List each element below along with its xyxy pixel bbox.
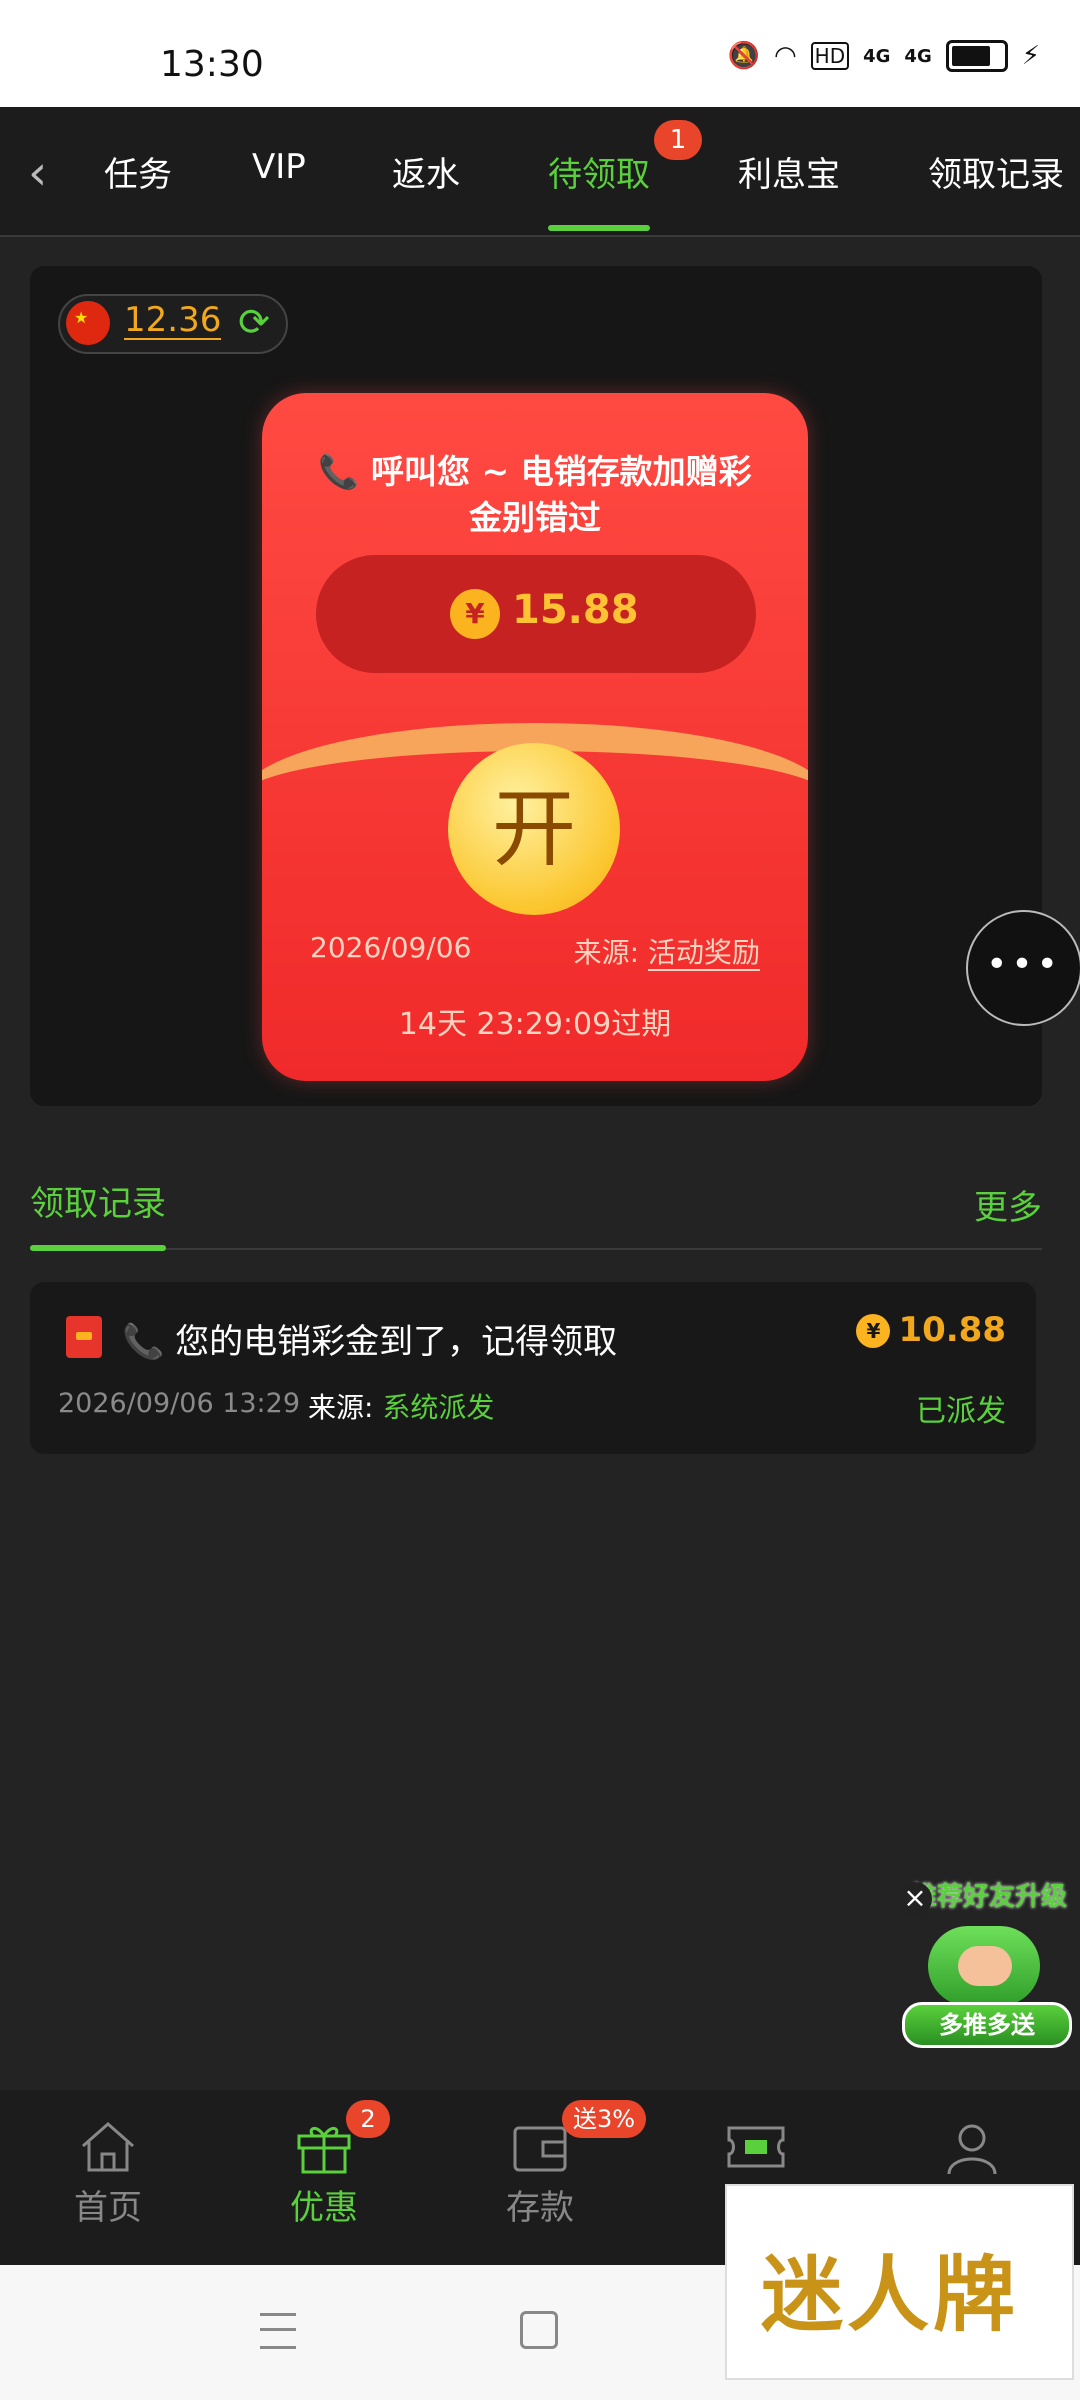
hd-icon: HD — [810, 42, 850, 70]
tab-claim-records[interactable]: 领取记录 — [928, 147, 1064, 196]
tab-vip[interactable]: VIP — [252, 147, 306, 187]
signal-4g-icon: 4G — [904, 45, 932, 67]
nav-ticket[interactable] — [686, 2118, 826, 2180]
balance-value[interactable]: 12.36 — [124, 302, 222, 340]
wifi-icon: ◠ — [773, 41, 797, 71]
records-more-link[interactable]: 更多 — [974, 1180, 1042, 1229]
mute-icon: 🔕 — [727, 41, 760, 71]
record-status: 已派发 — [916, 1394, 1006, 1429]
balance-chip: ★ 12.36 ⟳ — [58, 294, 288, 354]
deposit-badge: 送3% — [562, 2100, 646, 2138]
signal-4g-icon: 4G — [863, 45, 891, 67]
promo-button[interactable]: 多推多送 — [902, 2002, 1072, 2048]
watermark-text: 迷人牌 — [761, 2247, 1020, 2343]
watermark-logo: 迷人牌 — [725, 2184, 1074, 2380]
red-packet-amount: 15.88 — [512, 587, 639, 633]
red-packet-title: 📞 呼叫您 ~ 电销存款加赠彩金别错过 — [318, 452, 752, 537]
record-source-value: 系统派发 — [382, 1391, 495, 1424]
handshake-icon — [928, 1926, 1040, 2006]
ticket-icon — [725, 2118, 787, 2176]
record-source: 来源: 系统派发 — [308, 1386, 494, 1426]
home-icon — [77, 2118, 139, 2176]
red-packet-date: 2026/09/06 — [310, 931, 472, 964]
tab-pending[interactable]: 待领取 — [548, 147, 650, 196]
refresh-icon[interactable]: ⟳ — [232, 300, 276, 344]
red-packet-source: 来源: 活动奖励 — [574, 931, 760, 971]
referral-promo[interactable]: 推荐好友升级 × 多推多送 — [898, 1876, 1072, 2048]
active-tab-indicator — [548, 225, 650, 231]
promo-title: 推荐好友升级 — [910, 1882, 1067, 1912]
record-title: 📞 您的电销彩金到了，记得领取 — [122, 1322, 618, 1362]
list-item[interactable]: 📞 您的电销彩金到了，记得领取 ¥10.88 2026/09/06 13:29 … — [30, 1282, 1036, 1454]
source-label: 来源: — [573, 936, 640, 969]
nav-promotions-label: 优惠 — [290, 2188, 358, 2228]
more-options-button[interactable]: ••• — [966, 910, 1080, 1026]
status-icons: 🔕 ◠ HD 4G 4G ⚡ — [728, 40, 1040, 72]
status-bar: 13:30 🔕 ◠ HD 4G 4G ⚡ — [0, 0, 1080, 107]
user-icon — [941, 2118, 1003, 2176]
record-amount-value: 10.88 — [898, 1310, 1006, 1350]
source-link[interactable]: 活动奖励 — [647, 936, 760, 971]
records-title[interactable]: 领取记录 — [30, 1176, 166, 1225]
tab-badge: 1 — [654, 120, 702, 160]
nav-profile[interactable] — [902, 2118, 1042, 2180]
record-source-label: 来源: — [308, 1391, 374, 1424]
wallet-icon — [509, 2118, 571, 2176]
status-time: 13:30 — [160, 44, 264, 85]
menu-icon[interactable] — [260, 2313, 296, 2349]
charging-icon: ⚡ — [1021, 41, 1040, 71]
nav-deposit-label: 存款 — [506, 2188, 574, 2228]
top-tab-bar: ‹ 任务 VIP 返水 待领取 利息宝 领取记录 — [0, 107, 1080, 237]
home-button-icon[interactable] — [520, 2311, 558, 2349]
back-arrow-icon[interactable]: ‹ — [28, 145, 47, 201]
china-flag-icon: ★ — [66, 301, 110, 345]
yuan-coin-icon: ¥ — [856, 1314, 891, 1348]
records-tab-indicator — [30, 1245, 166, 1251]
record-amount: ¥10.88 — [856, 1310, 1006, 1350]
red-packet-icon — [66, 1316, 102, 1358]
nav-home[interactable]: 首页 — [38, 2118, 178, 2229]
open-red-packet-button[interactable]: 开 — [448, 743, 620, 915]
yuan-coin-icon: ¥ — [450, 589, 500, 639]
close-icon[interactable]: × — [898, 1882, 932, 1916]
tab-rebate[interactable]: 返水 — [392, 147, 460, 196]
red-packet-amount-pill: ¥ 15.88 — [316, 555, 756, 673]
battery-icon — [945, 40, 1008, 72]
red-packet-expire: 14天 23:29:09过期 — [398, 1007, 672, 1042]
nav-home-label: 首页 — [74, 2188, 142, 2228]
tab-interest[interactable]: 利息宝 — [738, 147, 840, 196]
promotions-badge: 2 — [346, 2100, 390, 2138]
records-divider — [30, 1245, 1042, 1251]
tab-tasks[interactable]: 任务 — [104, 147, 172, 196]
record-time: 2026/09/06 13:29 — [58, 1388, 301, 1419]
red-packet-card: 📞 呼叫您 ~ 电销存款加赠彩金别错过 ¥ 15.88 开 2026/09/06… — [262, 393, 808, 1081]
gift-icon — [293, 2118, 355, 2176]
